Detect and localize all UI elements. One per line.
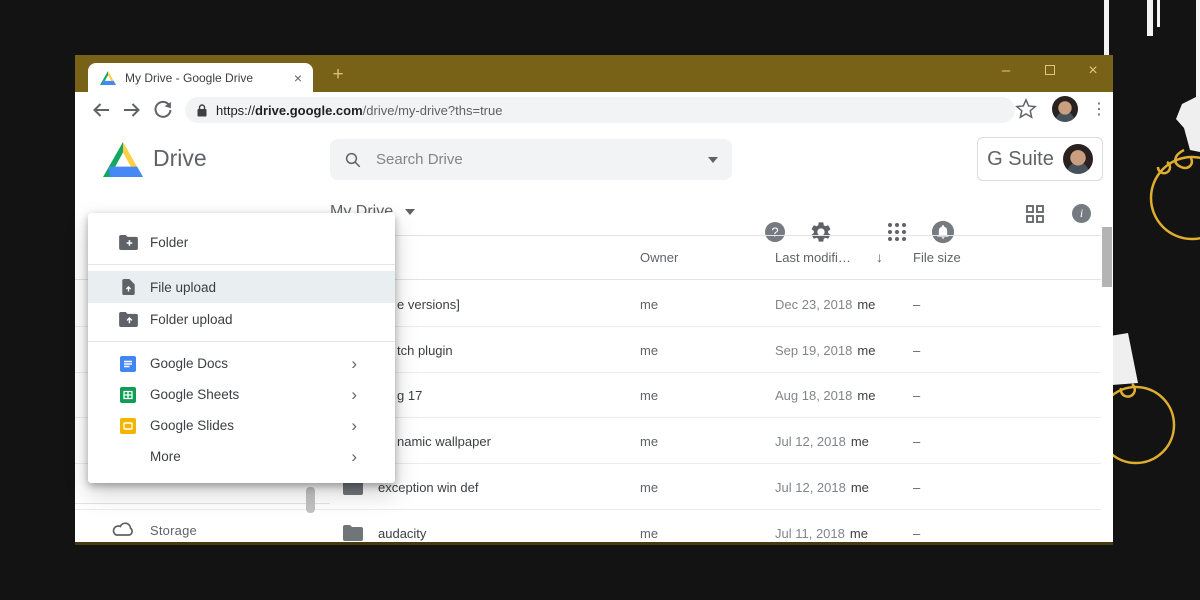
file-modified: Dec 23, 2018me [775,297,875,312]
file-owner: me [640,297,658,312]
sort-descending-icon[interactable]: ↓ [876,249,883,265]
tab-close-button[interactable]: × [291,71,305,85]
forward-button[interactable] [120,98,144,122]
browser-profile-avatar[interactable] [1052,96,1078,122]
window-close-button[interactable]: × [1077,57,1109,85]
gsuite-account-button[interactable]: G Suite [977,137,1103,181]
sidebar-scrollbar-thumb[interactable] [306,487,315,513]
browser-tab[interactable]: My Drive - Google Drive × [88,63,313,92]
file-owner: me [640,480,658,495]
divider [75,503,330,504]
column-last-modified[interactable]: Last modifi… [775,250,851,265]
browser-menu-icon[interactable]: ⋮ [1089,97,1109,123]
folder-icon [343,525,363,541]
sidebar-item-storage[interactable]: Storage [75,517,330,545]
search-bar[interactable] [330,139,732,180]
drive-favicon-icon [100,71,116,85]
window-minimize-button[interactable]: – [990,57,1022,85]
submenu-chevron-icon: › [351,386,357,403]
bookmark-star-icon[interactable] [1015,98,1037,120]
file-name: e versions] [397,297,460,312]
grid-view-toggle-button[interactable] [1026,205,1044,223]
menu-item-label: File upload [150,280,216,295]
file-upload-icon [118,279,138,295]
gsuite-label: G Suite [987,148,1054,171]
url-path: /drive/my-drive?ths=true [363,103,503,118]
file-owner: me [640,388,658,403]
search-input[interactable] [374,150,708,169]
google-docs-icon [118,356,138,372]
reload-button[interactable] [151,98,175,122]
file-modified: Jul 12, 2018me [775,480,869,495]
menu-item-label: More [150,449,181,464]
file-name: tch plugin [397,343,453,358]
menu-item-label: Folder [150,235,188,250]
back-button[interactable] [89,98,113,122]
folder-upload-icon [118,312,138,327]
url-field[interactable]: https://drive.google.com/drive/my-drive?… [185,97,1015,123]
drive-logo-icon[interactable] [103,142,143,177]
file-modified: Jul 11, 2018me [775,526,868,541]
submenu-chevron-icon: › [351,355,357,372]
maximize-icon [1045,65,1055,75]
file-size: – [913,343,920,358]
info-button[interactable]: i [1072,204,1091,223]
window-maximize-button[interactable] [1034,57,1066,85]
google-sheets-icon [118,387,138,403]
file-modified: Aug 18, 2018me [775,388,875,403]
menu-item-google-sheets[interactable]: Google Sheets › [88,379,395,410]
menu-divider [88,341,395,342]
file-size: – [913,480,920,495]
submenu-chevron-icon: › [351,448,357,465]
menu-item-file-upload[interactable]: File upload [88,271,395,303]
menu-item-label: Google Slides [150,418,234,433]
drive-header: Drive ? G Suite [75,128,1113,190]
submenu-chevron-icon: › [351,417,357,434]
column-file-size[interactable]: File size [913,250,961,265]
menu-item-google-slides[interactable]: Google Slides › [88,410,395,441]
file-name: audacity [378,526,426,541]
menu-item-folder-upload[interactable]: Folder upload [88,303,395,335]
tab-title: My Drive - Google Drive [125,71,291,85]
file-modified: Jul 12, 2018me [775,434,869,449]
url-scheme: https:// [216,103,255,118]
file-size: – [913,526,920,541]
new-tab-button[interactable]: + [325,62,351,88]
menu-item-more[interactable]: More › [88,441,395,472]
menu-item-label: Folder upload [150,312,233,327]
file-owner: me [640,343,658,358]
column-owner[interactable]: Owner [640,250,678,265]
url-domain: drive.google.com [255,103,363,118]
file-name: g 17 [397,388,422,403]
file-owner: me [640,526,658,541]
sidebar-item-label: Storage [150,523,197,538]
new-dropdown-menu: Folder File upload Folder upload Google … [88,213,395,483]
folder-plus-icon [118,235,138,250]
screenshot-stage: My Drive - Google Drive × + – × https://… [0,0,1200,600]
menu-divider [88,264,395,265]
drive-wordmark: Drive [153,145,207,172]
menu-item-folder[interactable]: Folder [88,226,395,258]
menu-item-label: Google Docs [150,356,228,371]
user-avatar[interactable] [1063,144,1093,174]
search-options-caret-icon[interactable] [708,157,718,163]
search-icon [344,151,362,169]
page-scrollbar-thumb[interactable] [1102,227,1112,287]
file-name: namic wallpaper [397,434,491,449]
file-modified: Sep 19, 2018me [775,343,875,358]
browser-tab-bar: My Drive - Google Drive × + – × [75,55,1113,92]
file-size: – [913,434,920,449]
file-size: – [913,388,920,403]
cloud-icon [111,520,136,537]
file-size: – [913,297,920,312]
menu-item-google-docs[interactable]: Google Docs › [88,348,395,379]
chevron-down-icon[interactable] [405,209,415,215]
google-slides-icon [118,418,138,434]
menu-item-label: Google Sheets [150,387,239,402]
browser-address-bar: https://drive.google.com/drive/my-drive?… [75,92,1113,128]
file-owner: me [640,434,658,449]
lock-icon [197,104,207,117]
